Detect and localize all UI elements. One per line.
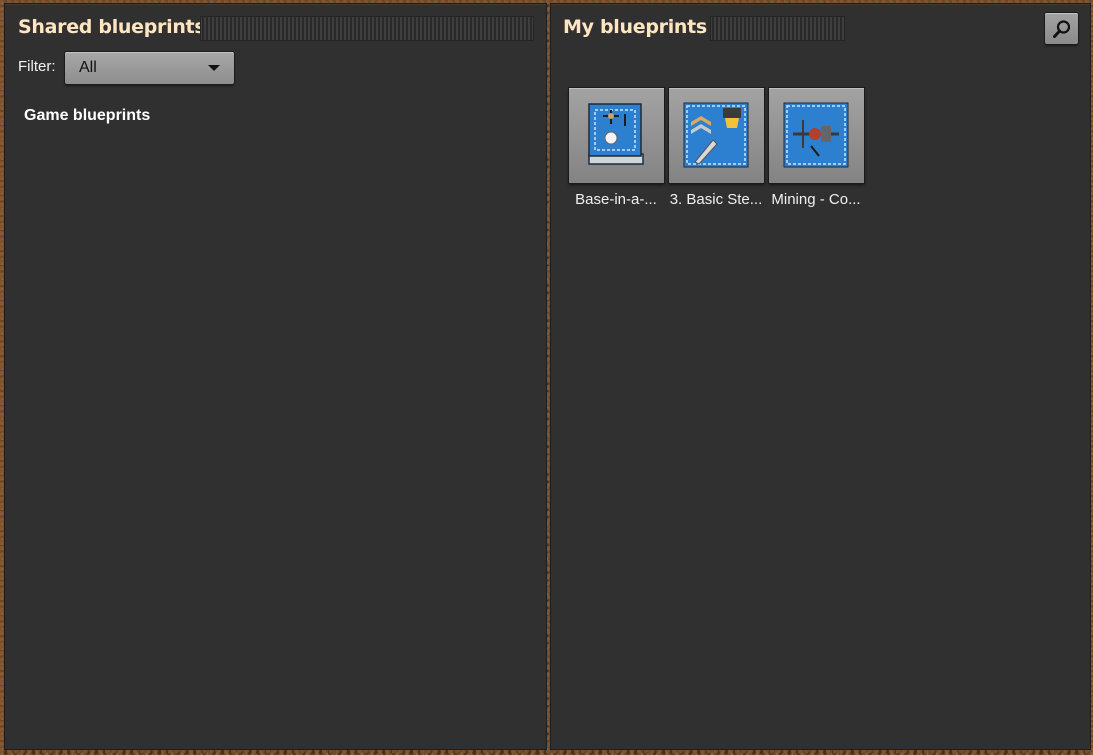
game-blueprints-label[interactable]: Game blueprints xyxy=(24,107,150,125)
blueprint-icon xyxy=(783,102,849,168)
blueprint-book-icon xyxy=(588,103,644,165)
blueprint-slot[interactable] xyxy=(769,88,864,183)
shared-blueprints-title: Shared blueprints xyxy=(18,16,206,38)
shared-blueprints-panel: Shared blueprints Filter: All Game bluep… xyxy=(4,3,547,750)
blueprint-slot[interactable] xyxy=(669,88,764,183)
dropdown-arrow-icon xyxy=(208,65,220,71)
search-button[interactable] xyxy=(1045,13,1078,44)
my-blueprints-panel: My blueprints Base-in-a-... 3. Basic Ste… xyxy=(550,3,1091,750)
blueprint-slot[interactable] xyxy=(569,88,664,183)
blueprint-name: 3. Basic Ste... xyxy=(669,191,763,208)
my-blueprints-title: My blueprints xyxy=(563,16,707,38)
drag-handle[interactable] xyxy=(710,16,845,41)
drag-handle[interactable] xyxy=(200,16,534,41)
filter-label: Filter: xyxy=(18,58,56,75)
filter-dropdown-value: All xyxy=(79,59,97,76)
blueprint-name: Mining - Co... xyxy=(771,191,861,208)
blueprint-icon xyxy=(683,102,749,168)
search-icon xyxy=(1053,20,1071,38)
filter-dropdown[interactable]: All xyxy=(65,52,234,84)
blueprint-name: Base-in-a-... xyxy=(575,191,657,208)
